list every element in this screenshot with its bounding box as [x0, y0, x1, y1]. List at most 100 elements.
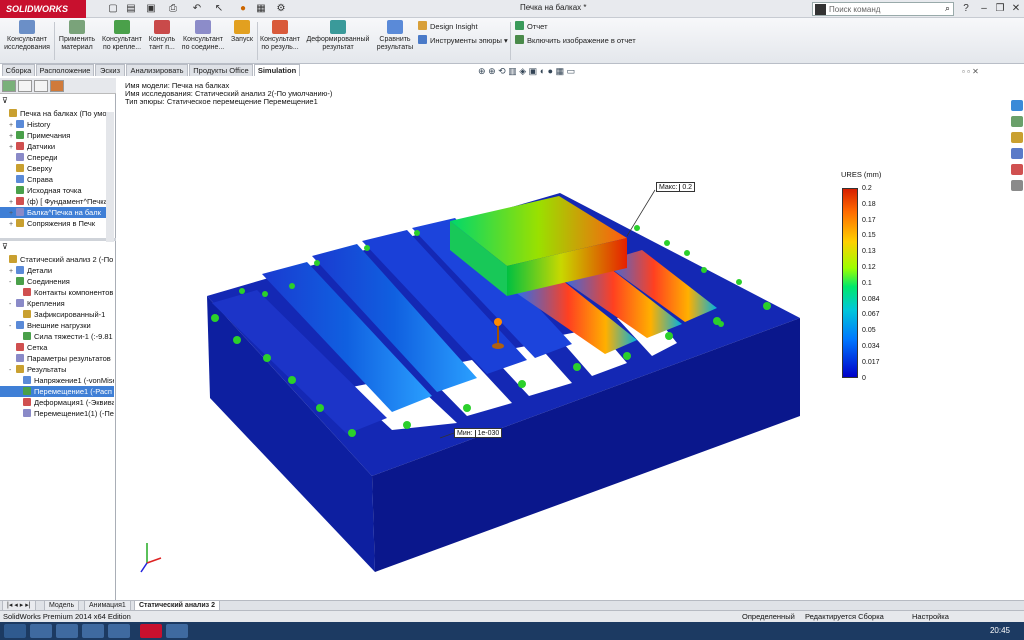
taskbar-solidworks-icon[interactable] [140, 624, 162, 638]
search-input[interactable]: Поиск команд [829, 5, 880, 14]
report-button[interactable]: Отчет [515, 21, 548, 32]
configuration-manager-tab-icon[interactable] [34, 80, 48, 92]
legend-color-bar[interactable] [842, 188, 858, 378]
fixture-advisor-button[interactable]: Консультант по крепле... [100, 20, 144, 62]
file-explorer-icon[interactable] [1011, 132, 1023, 143]
resources-icon[interactable] [1011, 100, 1023, 111]
tree-item[interactable]: - Результаты [0, 364, 114, 375]
save-icon[interactable]: ▣ [144, 2, 158, 16]
expand-toggle-icon[interactable]: + [9, 219, 16, 229]
tree-item[interactable]: - Внешние нагрузки [0, 320, 114, 331]
appearance-icon[interactable]: ● [548, 66, 553, 76]
tree-item[interactable]: Спереди [0, 152, 114, 163]
tree-item[interactable]: + History [0, 119, 114, 130]
minimize-button[interactable]: – [976, 1, 992, 16]
panel-splitter[interactable] [0, 238, 116, 241]
taskbar-app-icon[interactable] [82, 624, 104, 638]
design-insight-button[interactable]: Design Insight [418, 21, 478, 32]
tree-item[interactable]: + (ф) [ Фундамент^Печка [0, 196, 114, 207]
expand-toggle-icon[interactable]: + [9, 208, 16, 218]
help-icon[interactable]: ? [958, 1, 974, 16]
min-value-callout[interactable]: Мин: 1e-030 [454, 428, 503, 438]
tree-item[interactable]: Статический анализ 2 (-По ум [0, 254, 114, 265]
print-icon[interactable]: ⎙ [166, 2, 180, 16]
viewport-close-icon[interactable]: ✕ [972, 67, 979, 76]
filter-icon[interactable]: ⊽ [2, 96, 8, 105]
filter-icon[interactable]: ⊽ [2, 242, 8, 251]
taskbar-explorer-icon[interactable] [30, 624, 52, 638]
expand-toggle-icon[interactable]: + [9, 197, 16, 207]
undo-icon[interactable]: ↶ [190, 2, 204, 16]
graphics-viewport[interactable] [117, 78, 1024, 600]
tree-item[interactable]: Печка на балках (По умолч [0, 108, 114, 119]
tree-item[interactable]: Справа [0, 174, 114, 185]
tab-layout[interactable]: Расположение [36, 64, 94, 76]
tree-item[interactable]: + Датчики [0, 141, 114, 152]
property-manager-tab-icon[interactable] [18, 80, 32, 92]
tab-assembly[interactable]: Сборка [2, 64, 35, 76]
restore-button[interactable]: ❐ [992, 1, 1008, 16]
tree-item[interactable]: Сверху [0, 163, 114, 174]
tree-item[interactable]: Исходная точка [0, 185, 114, 196]
display-style-icon[interactable]: ▣ [529, 66, 538, 76]
file-properties-icon[interactable]: ▦ [254, 2, 268, 16]
results-advisor-button[interactable]: Консультант по резуль... [259, 20, 301, 62]
viewport-minimize-icon[interactable]: ▫ [962, 67, 965, 76]
new-file-icon[interactable]: ▢ [106, 2, 120, 16]
tab-sketch[interactable]: Эскиз [95, 64, 125, 76]
tree-item[interactable]: Параметры результатов [0, 353, 114, 364]
command-search-box[interactable]: Поиск команд ⌕ [812, 2, 954, 16]
custom-properties-icon[interactable] [1011, 180, 1023, 191]
appearances-icon[interactable] [1011, 164, 1023, 175]
previous-view-icon[interactable]: ⟲ [498, 66, 506, 76]
taskbar-browser-icon[interactable] [56, 624, 78, 638]
expand-toggle-icon[interactable]: + [9, 131, 16, 141]
expand-toggle-icon[interactable]: - [9, 365, 16, 375]
solidworks-logo[interactable]: SOLIDWORKS [0, 0, 86, 18]
scene-icon[interactable]: ▦ [556, 66, 565, 76]
tab-office-products[interactable]: Продукты Office [189, 64, 253, 76]
apply-material-button[interactable]: Применить материал [56, 20, 98, 62]
view-orientation-icon[interactable]: ◈ [519, 66, 526, 76]
close-button[interactable]: ✕ [1008, 1, 1024, 16]
tree-scrollbar[interactable] [106, 112, 114, 242]
taskbar-app2-icon[interactable] [166, 624, 188, 638]
tree-item[interactable]: - Соединения [0, 276, 114, 287]
tree-item[interactable]: + Примечания [0, 130, 114, 141]
compare-results-button[interactable]: Сравнить результаты [375, 20, 415, 62]
connections-advisor-button[interactable]: Консультант по соедине... [180, 20, 226, 62]
tree-item[interactable]: Зафиксированный-1 [0, 309, 114, 320]
view-palette-icon[interactable] [1011, 148, 1023, 159]
tab-simulation[interactable]: Simulation [254, 64, 300, 76]
section-view-icon[interactable]: ▥ [508, 66, 517, 76]
expand-toggle-icon[interactable]: - [9, 277, 16, 287]
display-manager-tab-icon[interactable] [50, 80, 64, 92]
study-advisor-button[interactable]: Консультант исследования [2, 20, 52, 62]
view-settings-icon[interactable]: ▭ [567, 66, 576, 76]
expand-toggle-icon[interactable]: - [9, 321, 16, 331]
zoom-to-fit-icon[interactable]: ⊕ [478, 66, 486, 76]
open-file-icon[interactable]: ▤ [124, 2, 138, 16]
feature-manager-tab-icon[interactable] [2, 80, 16, 92]
expand-toggle-icon[interactable]: + [9, 266, 16, 276]
hide-show-icon[interactable]: ◐ [540, 66, 545, 76]
select-arrow-icon[interactable]: ↖ [212, 2, 226, 16]
max-value-callout[interactable]: Макс: 0.2 [656, 182, 696, 192]
tree-item[interactable]: Контакты компонентов [0, 287, 114, 298]
rebuild-icon[interactable]: ● [236, 2, 250, 16]
plot-tools-button[interactable]: Инструменты эпюры ▾ [418, 35, 508, 46]
tree-item[interactable]: Напряжение1 (-vonMise [0, 375, 114, 386]
tree-item[interactable]: + Балка^Печка на балк [0, 207, 114, 218]
tree-item[interactable]: + Детали [0, 265, 114, 276]
run-button[interactable]: Запуск [228, 20, 256, 62]
tab-evaluate[interactable]: Анализировать [126, 64, 188, 76]
options-gear-icon[interactable]: ⚙ [274, 2, 288, 16]
tree-item[interactable]: Сила тяжести-1 (:-9.81 г [0, 331, 114, 342]
start-button[interactable] [4, 624, 26, 638]
tree-item[interactable]: Перемещение1 (-Расп [0, 386, 114, 397]
tree-item[interactable]: Сетка [0, 342, 114, 353]
load-advisor-button[interactable]: Консуль тант п... [146, 20, 178, 62]
tree-item[interactable]: - Крепления [0, 298, 114, 309]
tree-item[interactable]: Деформация1 (-Эквива [0, 397, 114, 408]
expand-toggle-icon[interactable]: + [9, 142, 16, 152]
